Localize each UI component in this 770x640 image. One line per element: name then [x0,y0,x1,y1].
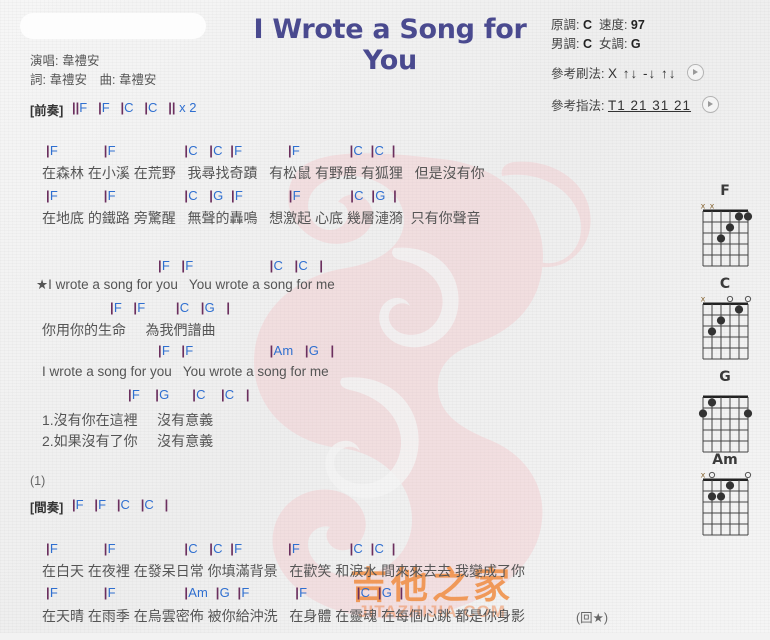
pick-pattern-line: 參考指法: T1 21 31 21 [551,95,719,114]
verse3-line1-lyric: 在白天 在夜裡 在發呆日常 你填滿背景 在歡笑 和淚水 間來來去去 我變成了你 [42,563,526,579]
chorus-line4-chords: |F |G |C |C | [128,387,250,402]
chorus-ending2-lyric: 2.如果沒有了你 沒有意義 [42,433,214,449]
chord-diagram-f-name: F [720,183,730,199]
verse3-line2-chords: |F |F |Am |G |F |F |C |G | [46,585,404,600]
return-note: (回★) [576,611,609,625]
tempo-label: 速度: [598,18,628,32]
female-key-value: G [630,37,641,51]
chord-diagram-g: G [688,369,762,456]
svg-text:x: x [700,202,705,211]
original-key-value: C [582,18,592,32]
interlude-tag: [間奏] [30,501,64,515]
strum-label: 參考刷法: [551,67,605,81]
chorus-line3-lyric: I wrote a song for you You wrote a song … [42,364,329,379]
chorus-line2-chords: |F |F |C |G | [110,300,231,315]
intro-chords: ||F |F |C |C || x 2 [72,100,197,115]
svg-text:x: x [709,202,714,211]
verse1-line1-lyric: 在森林 在小溪 在荒野 我尋找奇蹟 有松鼠 有野鹿 有狐狸 但是沒有你 [42,165,485,181]
male-key-value: C [582,37,592,51]
female-key-label: 女調: [598,37,628,51]
pick-label: 參考指法: [551,99,605,113]
singer-line: 演唱: 韋禮安 [30,50,99,69]
credits-line: 詞: 韋禮安 曲: 韋禮安 [30,73,157,87]
gender-key-line: 男調: C 女調: G [551,33,641,52]
original-key-line: 原調: C 速度: 97 [551,14,645,33]
strum-pattern-line: 參考刷法: X ↑↓ -↓ ↑↓ [551,63,704,82]
interlude-chords: |F |F |C |C | [72,497,169,512]
verse3-line1-chords: |F |F |C |C |F |F |C |C | [46,541,396,556]
singer-label: 演唱: [30,54,59,68]
singer-name: 韋禮安 [61,54,100,68]
svg-text:x: x [700,295,705,304]
repeat-note: (1) [30,474,46,488]
chorus-ending1-lyric: 1.沒有你在這裡 沒有意義 [42,412,214,428]
verse1-line2-chords: |F |F |C |G |F |F |C |G | [46,188,397,203]
chord-diagram-am: Am x [688,452,762,539]
chord-grid-g [698,395,752,453]
chorus-line1-lyric: ★I wrote a song for you You wrote a song… [36,277,335,292]
play-icon-pick[interactable] [701,96,719,113]
chorus-line2-lyric: 你用你的生命 為我們譜曲 [42,322,216,338]
chorus-line3-chords: |F |F |Am |G | [158,343,335,358]
chorus-line1-chords: |F |F |C |C | [158,258,324,273]
chord-diagram-c-name: C [719,276,731,292]
verse1-line2-lyric: 在地底 的鐵路 旁驚醒 無聲的轟鳴 想激起 心底 幾層漣漪 只有你聲音 [42,210,481,226]
redacted-title-bar [20,13,206,39]
tempo-value: 97 [630,18,645,32]
page-title: I Wrote a Song for You [253,14,527,76]
play-icon-strum[interactable] [686,64,704,81]
intro-tag: [前奏] [30,104,64,118]
svg-text:x: x [700,471,705,480]
male-key-label: 男調: [551,37,580,51]
verse1-line1-chords: |F |F |C |C |F |F |C |C | [46,143,396,158]
verse3-line2-lyric: 在天晴 在雨季 在烏雲密佈 被你給沖洗 在身體 在靈魂 在每個心跳 都是你身影 [42,608,526,624]
chord-grid-f: xx [700,202,752,267]
chord-diagram-c: C x [688,276,762,363]
chord-diagram-f: F xx [688,183,762,270]
song-sheet: I Wrote a Song for You 演唱: 韋禮安 詞: 韋禮安 曲:… [0,0,770,633]
chord-diagram-g-name: G [719,369,731,385]
pick-pattern-value: T1 21 31 21 [607,98,692,113]
chord-grid-am: x [700,471,751,536]
chord-grid-c: x [700,295,751,360]
strum-pattern-value: X ↑↓ -↓ ↑↓ [607,66,677,81]
chord-diagram-am-name: Am [712,452,738,468]
original-key-label: 原調: [551,18,580,32]
